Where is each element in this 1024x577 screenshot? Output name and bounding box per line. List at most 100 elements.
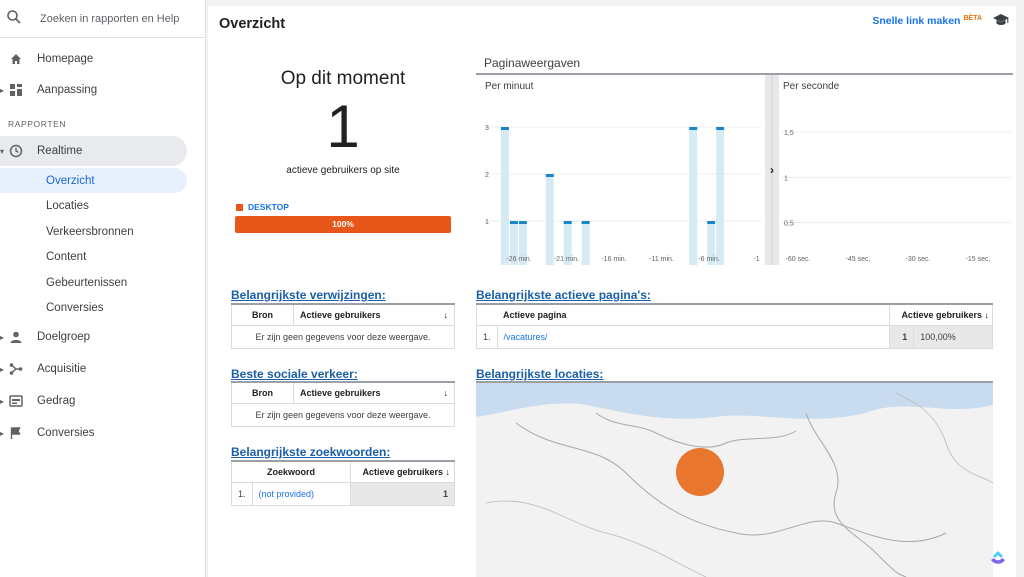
nav-home[interactable]: Homepage: [0, 44, 187, 74]
page-link[interactable]: /vacatures/: [496, 324, 891, 349]
flag-icon: [10, 427, 21, 439]
bar-cap: [563, 221, 572, 224]
pageviews-chart-svg: › Per minuut Per seconde 1 2 3 -26 min. -21…: [476, 75, 1011, 265]
location-bubble[interactable]: [676, 448, 724, 496]
col-active-users[interactable]: Actieve gebruikers ↓: [350, 460, 455, 483]
home-icon: [11, 54, 21, 64]
bar-cap: [707, 221, 716, 224]
col-active-users[interactable]: Actieve gebruikers ↓: [293, 381, 455, 404]
nav-audience[interactable]: ▸ Doelgroep: [0, 322, 187, 352]
social-title: Beste sociale verkeer:: [231, 367, 358, 381]
col-keyword[interactable]: Zoekwoord: [231, 460, 351, 483]
search-input[interactable]: [40, 10, 200, 28]
expand-arrow-icon: ▸: [0, 397, 5, 406]
table-header-row: Bron Actieve gebruikers ↓: [231, 381, 455, 404]
x-tick-label: -21 min.: [554, 256, 579, 263]
sub-item-label: Content: [46, 250, 87, 263]
x-tick-label: -6 min.: [698, 256, 719, 263]
table-row: 1. (not provided) 1: [231, 481, 455, 506]
sub-item-label: Locaties: [46, 199, 89, 212]
page-title: Overzicht: [219, 16, 286, 32]
sort-arrow-down-icon: ↓: [445, 466, 451, 477]
collapse-arrow-icon: ▾: [0, 147, 5, 156]
x-tick-label: -45 sec.: [846, 256, 871, 263]
pageviews-chart: › Per minuut Per seconde 1 2 3 -26 min. -21…: [476, 73, 1013, 265]
col-source[interactable]: Bron: [231, 303, 294, 326]
nav-audience-label: Doelgroep: [37, 331, 91, 343]
row-index: 1.: [231, 481, 253, 506]
nav-acquisition[interactable]: ▸ Acquisitie: [0, 354, 187, 384]
nav-conversions-label: Conversies: [37, 427, 95, 439]
nav-realtime[interactable]: ▾ Realtime: [0, 136, 187, 166]
keyword-link[interactable]: (not provided): [251, 481, 352, 506]
chart-toggle-arrow-icon[interactable]: ›: [770, 163, 774, 177]
expand-arrow-icon: ▸: [0, 429, 5, 438]
clickup-logo-icon[interactable]: [988, 548, 1008, 568]
x-tick-label: -30 sec.: [906, 256, 931, 263]
beta-badge: BÈTA: [963, 15, 982, 22]
nav-realtime-events[interactable]: Gebeurtenissen: [0, 270, 187, 295]
per-second-label: Per seconde: [783, 81, 840, 92]
x-tick-label: -26 min.: [506, 256, 531, 263]
active-users-count: 1: [326, 93, 360, 160]
sub-item-label: Verkeersbronnen: [46, 225, 134, 238]
acquisition-icon: [9, 363, 23, 375]
nav-realtime-overview[interactable]: Overzicht: [0, 168, 187, 193]
col-active-users-label: Actieve gebruikers: [300, 309, 381, 320]
device-share-bar: 100%: [235, 216, 451, 233]
per-minute-label: Per minuut: [485, 81, 534, 92]
bar-cap: [716, 127, 725, 130]
graduation-cap-icon[interactable]: [993, 13, 1009, 27]
locations-map[interactable]: [476, 383, 993, 577]
behavior-icon: [9, 395, 23, 407]
nav-realtime-traffic-sources[interactable]: Verkeersbronnen: [0, 219, 187, 244]
referrals-title: Belangrijkste verwijzingen:: [231, 288, 386, 302]
row-value: 1: [888, 324, 915, 349]
x-tick-label: -16 min.: [601, 256, 626, 263]
device-label: DESKTOP: [248, 202, 289, 212]
nav-realtime-label: Realtime: [37, 145, 83, 157]
col-source[interactable]: Bron: [231, 381, 294, 404]
nav-customization[interactable]: ▸ Aanpassing: [0, 75, 187, 105]
y-tick-label: 1,5: [784, 130, 794, 137]
legend-swatch: [236, 203, 243, 211]
y-tick-label: 1: [485, 219, 489, 226]
nav-realtime-locations[interactable]: Locaties: [0, 193, 187, 218]
nav-customization-label: Aanpassing: [37, 84, 98, 96]
row-value: 1: [350, 481, 455, 506]
search-icon[interactable]: [6, 9, 22, 25]
quick-link-button[interactable]: Snelle link maken BÈTA: [872, 15, 982, 27]
col-active-page[interactable]: Actieve pagina: [476, 303, 890, 326]
nav-behavior-label: Gedrag: [37, 395, 76, 407]
search-bar: [0, 0, 206, 38]
bar: [716, 127, 725, 265]
y-tick-label: 1: [784, 175, 788, 182]
active-pages-table: Actieve pagina Actieve gebruikers ↓ 1. /…: [476, 303, 993, 349]
nav-realtime-content[interactable]: Content: [0, 244, 187, 269]
bar-cap: [545, 174, 554, 177]
row-index: 1.: [476, 324, 498, 349]
nav-behavior[interactable]: ▸ Gedrag: [0, 386, 187, 416]
table-row: Er zijn geen gegevens voor deze weergave…: [231, 324, 455, 349]
sort-arrow-down-icon: ↓: [443, 387, 449, 398]
col-active-users[interactable]: Actieve gebruikers ↓: [293, 303, 455, 326]
empty-message: Er zijn geen gegevens voor deze weergave…: [231, 402, 455, 427]
bar: [581, 221, 590, 265]
bar: [500, 127, 509, 265]
active-pages-title: Belangrijkste actieve pagina's:: [476, 288, 651, 302]
clock-icon: [9, 144, 23, 158]
col-active-users[interactable]: Actieve gebruikers ↓: [889, 303, 993, 326]
nav-conversions[interactable]: ▸ Conversies: [0, 418, 187, 448]
nav-realtime-conversions[interactable]: Conversies: [0, 295, 187, 320]
table-row: Er zijn geen gegevens voor deze weergave…: [231, 402, 455, 427]
dashboard-icon: [10, 84, 22, 96]
empty-message: Er zijn geen gegevens voor deze weergave…: [231, 324, 455, 349]
col-active-users-label: Actieve gebruikers: [901, 309, 982, 320]
sub-item-label: Conversies: [46, 301, 104, 314]
person-icon: [10, 331, 22, 343]
table-header-row: Actieve pagina Actieve gebruikers ↓: [476, 303, 993, 326]
social-table: Bron Actieve gebruikers ↓ Er zijn geen ge…: [231, 381, 455, 427]
sub-item-label: Overzicht: [46, 174, 95, 187]
table-header-row: Zoekwoord Actieve gebruikers ↓: [231, 460, 455, 483]
bar-cap: [689, 127, 698, 130]
